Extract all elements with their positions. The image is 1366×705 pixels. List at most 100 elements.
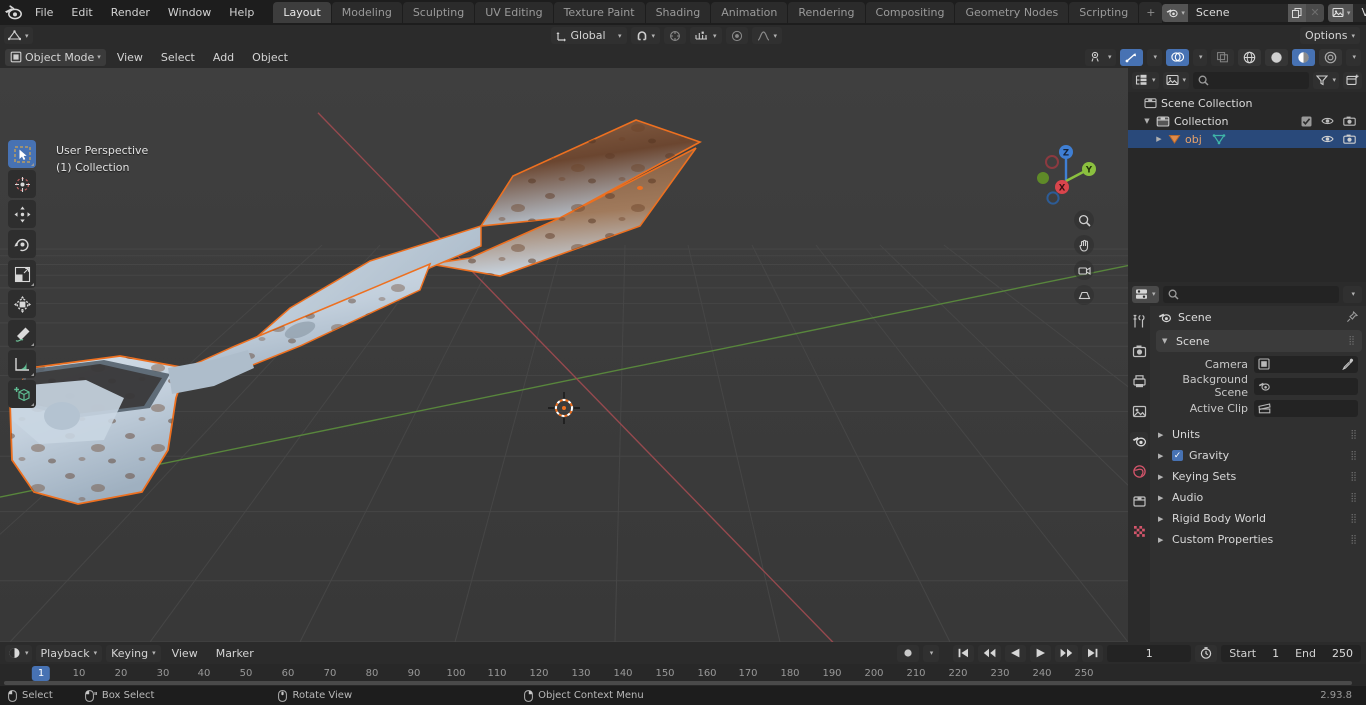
jump-to-end-button[interactable] [1082,644,1104,662]
drag-dots[interactable]: ⣿ [1350,430,1358,440]
zoom-icon[interactable] [1074,210,1094,230]
mode-dropdown[interactable]: Object Mode ▾ [5,48,106,66]
tab-geometry-nodes[interactable]: Geometry Nodes [955,2,1069,23]
snap-target-button[interactable] [664,27,687,44]
tab-layout[interactable]: Layout [273,2,331,23]
viewport-menu-select[interactable]: Select [154,51,202,64]
camera-render-icon[interactable] [1343,116,1356,126]
eyedropper-icon[interactable] [1342,358,1354,370]
viewport-menu-view[interactable]: View [110,51,150,64]
outliner-filter-dropdown[interactable]: ▾ [1313,71,1339,89]
menu-render[interactable]: Render [102,3,159,22]
hand-pan-icon[interactable] [1074,235,1094,255]
viewport-menu-add[interactable]: Add [206,51,241,64]
accordion-gravity[interactable]: ▶ ✓ Gravity ⣿ [1150,445,1366,466]
new-collection-icon[interactable] [1343,71,1362,89]
timeline-scrollbar[interactable] [4,681,1352,685]
jump-to-start-button[interactable] [953,644,975,662]
camera-field[interactable] [1254,355,1358,373]
view-layer-selector[interactable]: ▾ View Layer ✕ [1327,3,1366,22]
start-value[interactable]: 1 [1264,647,1287,660]
overlays-toggle-button[interactable] [1165,48,1189,66]
shading-solid-button[interactable] [1265,48,1289,66]
accordion-units[interactable]: ▶ Units ⣿ [1150,424,1366,445]
3d-viewport[interactable]: User Perspective (1) Collection Z Y X [0,68,1128,642]
properties-search-input[interactable] [1162,285,1340,303]
tab-scripting[interactable]: Scripting [1069,2,1139,23]
duplicate-icon[interactable] [1287,3,1306,22]
accordion-audio[interactable]: ▶ Audio ⣿ [1150,487,1366,508]
properties-tab-render[interactable] [1130,342,1148,360]
end-value[interactable]: 250 [1324,647,1361,660]
outliner-display-mode-dropdown[interactable]: ▾ [1132,71,1159,89]
accordion-custom-properties[interactable]: ▶ Custom Properties ⣿ [1150,529,1366,550]
outliner-row-obj[interactable]: ▶ obj [1128,130,1366,148]
auto-keying-toggle[interactable] [896,644,919,662]
viewport-menu-object[interactable]: Object [245,51,295,64]
camera-render-icon[interactable] [1343,134,1356,144]
blender-logo-icon[interactable] [4,3,22,23]
tab-rendering[interactable]: Rendering [788,2,865,23]
tool-select-box[interactable] [8,140,36,168]
tool-transform[interactable] [8,290,36,318]
frame-range-controls[interactable]: Start 1 End 250 [1221,644,1361,662]
playback-dropdown[interactable]: Playback ▾ [35,644,103,662]
object-visibility-dropdown[interactable]: ▾ [1084,48,1117,66]
playhead[interactable]: 1 [31,666,51,681]
properties-tab-view-layer[interactable] [1130,402,1148,420]
eye-icon[interactable] [1321,116,1334,126]
shading-dropdown[interactable]: ▾ [1346,48,1361,66]
ortho-persp-icon[interactable] [1074,285,1094,305]
drag-dots[interactable]: ⣿ [1350,535,1358,545]
view-layer-name[interactable]: View Layer [1353,3,1366,22]
properties-tab-world[interactable] [1130,462,1148,480]
next-keyframe-button[interactable] [1055,644,1079,662]
properties-tab-scene[interactable] [1130,432,1148,450]
unlink-scene-icon[interactable]: ✕ [1305,3,1324,22]
drag-dots[interactable]: ⣿ [1350,472,1358,482]
expand-triangle-obj[interactable]: ▶ [1154,135,1164,143]
drag-dots[interactable]: ⣿ [1350,493,1358,503]
expand-triangle-collection[interactable]: ▼ [1142,117,1152,125]
properties-tab-tool[interactable] [1130,312,1148,330]
camera-view-icon[interactable] [1074,260,1094,280]
outliner-row-collection[interactable]: ▼ Collection [1128,112,1366,130]
scene-icon[interactable]: ▾ [1162,3,1188,22]
editor-type-icon[interactable]: ▾ [4,27,33,44]
proportional-editing-button[interactable] [725,27,748,44]
menu-file[interactable]: File [26,3,62,22]
menu-edit[interactable]: Edit [62,3,101,22]
scene-panel-header[interactable]: ▼ Scene ⣿ [1156,330,1362,352]
menu-help[interactable]: Help [220,3,263,22]
collection-checkbox[interactable] [1301,116,1312,127]
tool-rotate[interactable] [8,230,36,258]
tab-modeling[interactable]: Modeling [331,2,402,23]
current-frame-input[interactable]: 1 [1107,644,1192,662]
outliner-search-input[interactable] [1193,71,1310,89]
scene-selector[interactable]: ▾ Scene ✕ [1162,3,1324,22]
snap-with-dropdown[interactable]: ▾ [690,27,722,44]
auto-key-icon[interactable] [1195,644,1218,662]
background-scene-field[interactable] [1254,377,1358,395]
timeline-editor-type-dropdown[interactable]: ▾ [5,644,32,662]
play-reverse-button[interactable] [1005,644,1027,662]
navigation-gizmo[interactable]: Z Y X [1026,136,1098,208]
outliner-row-scene-collection[interactable]: Scene Collection [1128,94,1366,112]
drag-dots[interactable]: ⣿ [1348,336,1356,346]
timeline-ruler[interactable]: 1 10 20 30 40 50 60 70 80 90 100 110 120… [0,664,1366,686]
mesh-data-icon[interactable] [1212,133,1226,145]
tool-add-cube[interactable] [8,380,36,408]
eye-icon[interactable] [1321,134,1334,144]
outliner-filter-id-dropdown[interactable]: ▾ [1162,71,1190,89]
active-clip-field[interactable] [1254,399,1358,417]
mesh-object-obj[interactable] [0,68,1128,642]
gizmo-toggle-button[interactable] [1120,48,1144,66]
snap-toggle-button[interactable]: ▾ [630,27,661,44]
properties-editor-type-dropdown[interactable]: ▾ [1132,285,1159,303]
tab-uv-editing[interactable]: UV Editing [475,2,553,23]
pin-icon[interactable] [1346,311,1358,323]
overlays-dropdown[interactable]: ▾ [1192,48,1208,66]
drag-dots[interactable]: ⣿ [1350,514,1358,524]
properties-options-dropdown[interactable]: ▾ [1343,285,1362,303]
auto-keying-dropdown[interactable]: ▾ [922,644,940,662]
